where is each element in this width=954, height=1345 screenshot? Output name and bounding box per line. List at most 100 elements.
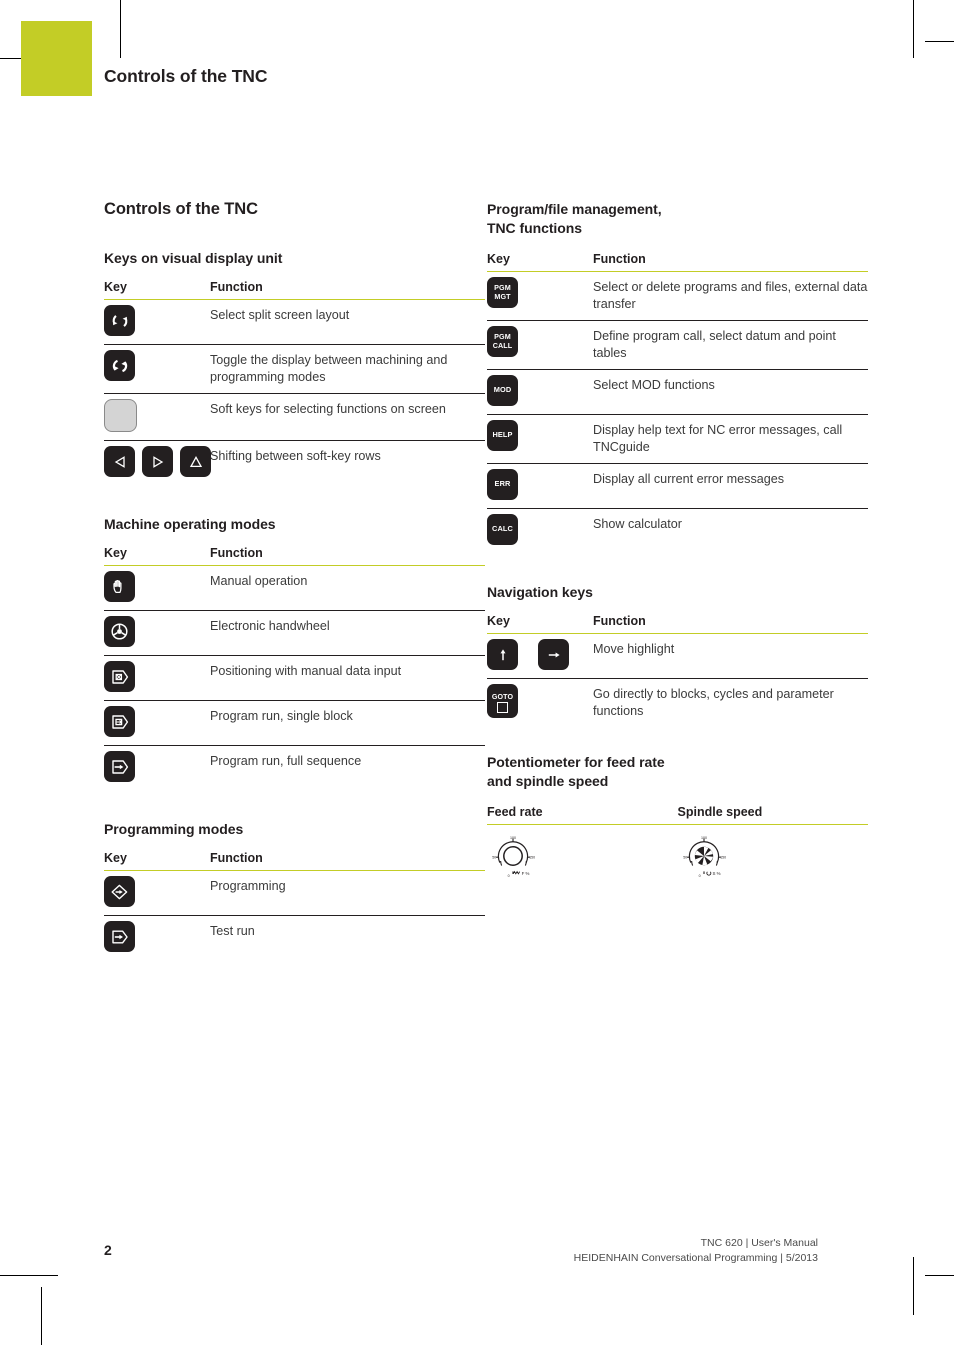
table-row: Select split screen layout xyxy=(104,299,485,345)
goto-square-icon xyxy=(497,701,508,713)
arrow-up-key[interactable] xyxy=(487,639,518,670)
table-header-row: Key Function xyxy=(487,252,868,272)
pgm-call-key[interactable]: PGM CALL xyxy=(487,326,518,357)
imprint-line-2: HEIDENHAIN Conversational Programming | … xyxy=(573,1252,818,1264)
goto-key[interactable]: GOTO xyxy=(487,684,518,718)
table-header-row: Feed rate Spindle speed xyxy=(487,805,868,825)
table-navigation-keys: Key Function Move highlight GOTO Go dire… xyxy=(487,614,868,727)
table-programming-modes: Key Function Programming Test run xyxy=(104,851,485,960)
column-header-key: Key xyxy=(104,280,210,300)
left-column: Controls of the TNC Keys on visual displ… xyxy=(104,200,485,990)
function-cell: Shifting between soft-key rows xyxy=(210,449,381,463)
program-run-full-sequence-key[interactable] xyxy=(104,751,135,782)
calc-key[interactable]: CALC xyxy=(487,514,518,545)
table-header-row: Key Function xyxy=(104,546,485,566)
help-key[interactable]: HELP xyxy=(487,420,518,451)
key-cell xyxy=(487,633,593,679)
programming-key[interactable] xyxy=(104,876,135,907)
electronic-handwheel-key[interactable] xyxy=(104,616,135,647)
softkey-right-key[interactable] xyxy=(142,446,173,477)
key-label: HELP xyxy=(492,430,513,440)
table-row: Toggle the display between machining and… xyxy=(104,344,485,394)
function-cell: Display all current error messages xyxy=(593,463,868,509)
key-label-line2: MGT xyxy=(494,291,511,301)
column-header-function: Function xyxy=(210,280,485,300)
key-cell xyxy=(104,870,210,916)
key-cell xyxy=(104,565,210,611)
table-program-file-management: Key Function PGM MGT Select or delete pr… xyxy=(487,252,868,553)
key-cell: ERR xyxy=(487,463,593,509)
table-row: 100 50 150 0 F % 100 50 150 0 S % xyxy=(487,825,868,887)
positioning-mdi-key[interactable] xyxy=(104,661,135,692)
block-program-file-management: Program/file management, TNC functions K… xyxy=(487,200,868,553)
table-row: PGM MGT Select or delete programs and fi… xyxy=(487,271,868,321)
table-row: HELP Display help text for NC error mess… xyxy=(487,414,868,464)
err-key[interactable]: ERR xyxy=(487,469,518,500)
function-cell: Manual operation xyxy=(210,565,485,611)
split-screen-key[interactable] xyxy=(104,305,135,336)
column-header-spindle-speed: Spindle speed xyxy=(677,805,868,825)
key-label: MOD xyxy=(493,385,512,395)
page-title: Controls of the TNC xyxy=(104,200,258,218)
key-label-line2: CALL xyxy=(492,340,513,350)
svg-text:50: 50 xyxy=(683,855,687,859)
function-cell: Select or delete programs and files, ext… xyxy=(593,271,868,321)
table-row: Manual operation xyxy=(104,565,485,611)
function-cell: Display help text for NC error messages,… xyxy=(593,414,868,464)
table-row: MOD Select MOD functions xyxy=(487,369,868,415)
svg-text:0: 0 xyxy=(508,874,510,878)
table-row: GOTO Go directly to blocks, cycles and p… xyxy=(487,679,868,728)
table-row: Program run, full sequence xyxy=(104,746,485,791)
toggle-display-key[interactable] xyxy=(104,350,135,381)
block-title-programming-modes: Programming modes xyxy=(104,821,244,837)
table-keys-on-visual-display-unit: Key Function Select split screen layout … xyxy=(104,280,485,485)
table-row: Electronic handwheel xyxy=(104,610,485,656)
svg-text:150: 150 xyxy=(529,855,535,859)
softkey-shift-key[interactable] xyxy=(180,446,211,477)
column-header-feed-rate: Feed rate xyxy=(487,805,678,825)
svg-text:100: 100 xyxy=(701,836,707,840)
table-header-row: Key Function xyxy=(104,280,485,300)
svg-text:F %: F % xyxy=(522,871,530,876)
block-title-potentiometer: Potentiometer for feed rate and spindle … xyxy=(487,753,868,791)
key-cell xyxy=(104,746,210,791)
block-title-line1: Program/file management, xyxy=(487,201,662,217)
manual-operation-key[interactable] xyxy=(104,571,135,602)
column-header-key: Key xyxy=(487,252,593,272)
page-number: 2 xyxy=(104,1242,112,1258)
function-cell: Positioning with manual data input xyxy=(210,655,485,701)
arrow-left-key[interactable] xyxy=(538,639,569,670)
imprint-line-1: TNC 620 | User's Manual xyxy=(700,1237,818,1249)
table-row: Move highlight xyxy=(487,633,868,679)
key-cell xyxy=(104,700,210,746)
key-cell xyxy=(104,655,210,701)
key-cell xyxy=(104,393,210,441)
program-run-single-block-key[interactable] xyxy=(104,706,135,737)
table-row: Soft keys for selecting functions on scr… xyxy=(104,393,485,441)
pgm-mgt-key[interactable]: PGM MGT xyxy=(487,277,518,308)
mod-key[interactable]: MOD xyxy=(487,375,518,406)
softkey-left-key[interactable] xyxy=(104,446,135,477)
block-keys-on-visual-display-unit: Keys on visual display unit Key Function xyxy=(104,249,485,485)
key-cell: MOD xyxy=(487,369,593,415)
function-cell: Select split screen layout xyxy=(210,299,485,345)
block-potentiometer: Potentiometer for feed rate and spindle … xyxy=(487,753,868,886)
key-cell: PGM CALL xyxy=(487,320,593,370)
function-cell: Define program call, select datum and po… xyxy=(593,320,868,370)
key-label: ERR xyxy=(494,479,511,489)
block-title-program-file-management: Program/file management, TNC functions xyxy=(487,200,868,238)
feed-rate-potentiometer-icon[interactable]: 100 50 150 0 F % xyxy=(487,835,539,886)
block-title-line2: and spindle speed xyxy=(487,773,609,789)
svg-text:S %: S % xyxy=(712,871,720,876)
function-cell: Select MOD functions xyxy=(593,369,868,415)
spindle-speed-potentiometer-icon[interactable]: 100 50 150 0 S % xyxy=(678,835,730,886)
key-label: CALC xyxy=(492,524,513,534)
column-header-function: Function xyxy=(210,851,485,871)
table-header-row: Key Function xyxy=(104,851,485,871)
soft-key[interactable] xyxy=(104,399,137,432)
key-cell xyxy=(104,610,210,656)
block-title-keys-on-visual-display-unit: Keys on visual display unit xyxy=(104,250,283,266)
test-run-key[interactable] xyxy=(104,921,135,952)
function-cell: Programming xyxy=(210,870,485,916)
function-cell: Test run xyxy=(210,924,255,938)
